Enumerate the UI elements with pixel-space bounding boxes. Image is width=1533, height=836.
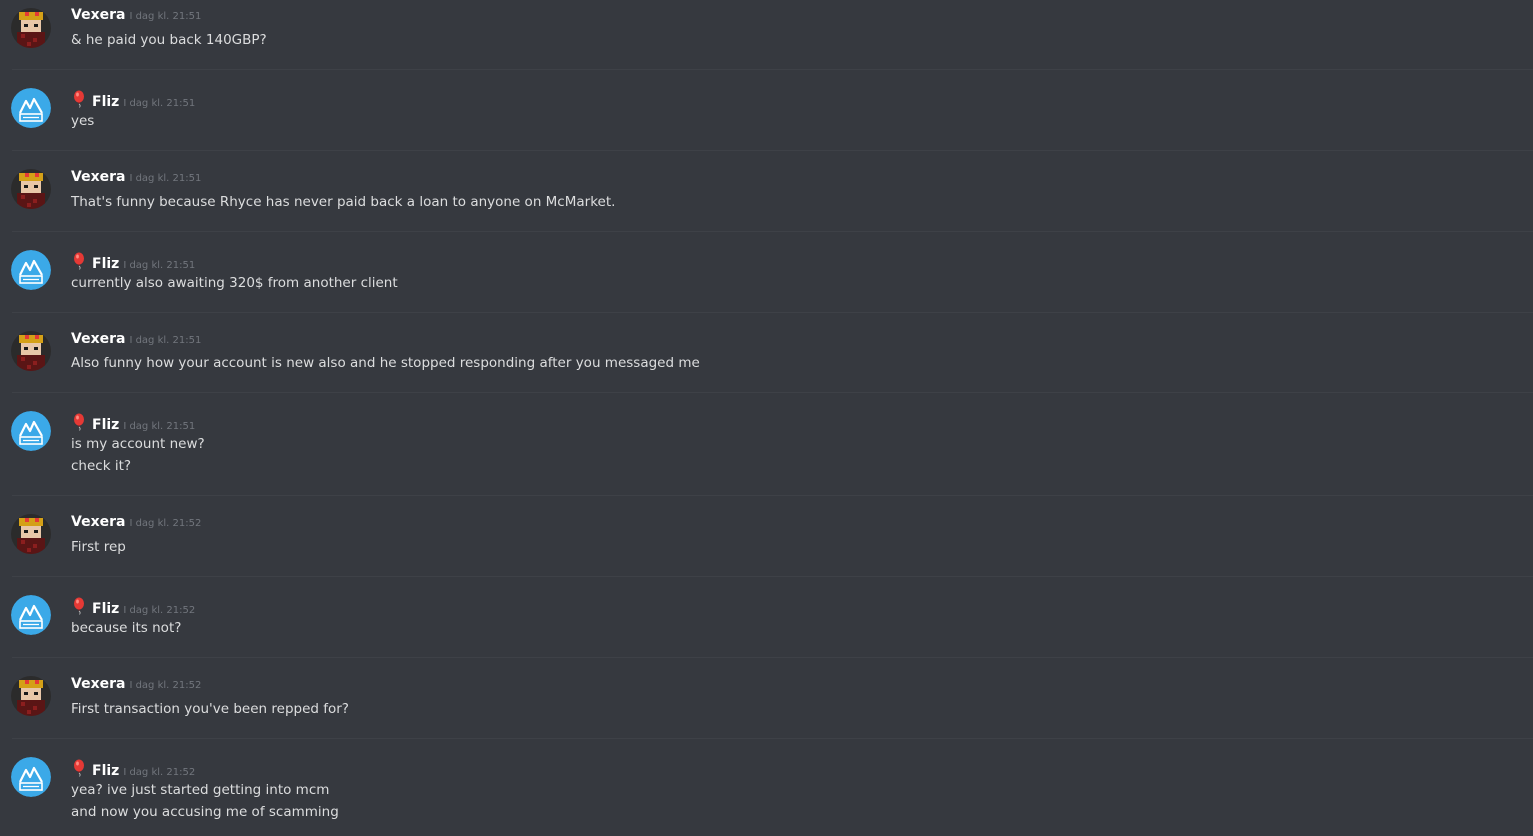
timestamp: I dag kl. 21:51 xyxy=(123,98,196,109)
balloon-icon xyxy=(71,252,89,270)
message-header: Fliz I dag kl. 21:51 xyxy=(71,88,196,110)
avatar-fliz[interactable] xyxy=(11,411,51,451)
message-header: Fliz I dag kl. 21:52 xyxy=(71,757,196,779)
message-text: First rep xyxy=(71,539,126,555)
pixel-character-avatar-icon xyxy=(11,676,51,716)
avatar-vexera[interactable] xyxy=(11,169,51,209)
message-header: Vexera I dag kl. 21:52 xyxy=(71,514,201,534)
avatar-vexera[interactable] xyxy=(11,331,51,371)
timestamp: I dag kl. 21:51 xyxy=(123,260,196,271)
balloon-icon xyxy=(71,597,89,615)
timestamp: I dag kl. 21:52 xyxy=(123,605,196,616)
avatar-fliz[interactable] xyxy=(11,250,51,290)
message-group: Vexera I dag kl. 21:51 Also funny how yo… xyxy=(0,313,1533,393)
mountain-logo-avatar-icon xyxy=(11,757,51,797)
mountain-logo-avatar-icon xyxy=(11,250,51,290)
username[interactable]: Vexera xyxy=(71,676,125,692)
username[interactable]: Fliz xyxy=(92,763,119,779)
mountain-logo-avatar-icon xyxy=(11,595,51,635)
username[interactable]: Vexera xyxy=(71,331,125,347)
timestamp: I dag kl. 21:52 xyxy=(129,680,202,691)
message-group: Vexera I dag kl. 21:52 First rep xyxy=(0,496,1533,577)
message-text: That's funny because Rhyce has never pai… xyxy=(71,194,616,210)
pixel-character-avatar-icon xyxy=(11,514,51,554)
username[interactable]: Vexera xyxy=(71,169,125,185)
balloon-icon xyxy=(71,759,89,777)
timestamp: I dag kl. 21:51 xyxy=(123,421,196,432)
chat-messages: Vexera I dag kl. 21:51 & he paid you bac… xyxy=(0,0,1533,836)
timestamp: I dag kl. 21:51 xyxy=(129,335,202,346)
pixel-character-avatar-icon xyxy=(11,169,51,209)
message-header: Fliz I dag kl. 21:51 xyxy=(71,250,196,272)
timestamp: I dag kl. 21:51 xyxy=(129,173,202,184)
message-group: Fliz I dag kl. 21:51 currently also awai… xyxy=(0,232,1533,313)
timestamp: I dag kl. 21:51 xyxy=(129,11,202,22)
pixel-character-avatar-icon xyxy=(11,8,51,48)
message-group: Fliz I dag kl. 21:52 yea? ive just start… xyxy=(0,739,1533,836)
message-header: Fliz I dag kl. 21:51 xyxy=(71,411,196,433)
message-group: Fliz I dag kl. 21:51 yes xyxy=(0,70,1533,151)
avatar-vexera[interactable] xyxy=(11,514,51,554)
message-text: yes xyxy=(71,113,95,129)
username[interactable]: Vexera xyxy=(71,514,125,530)
message-group: Vexera I dag kl. 21:51 That's funny beca… xyxy=(0,151,1533,232)
balloon-icon xyxy=(71,90,89,108)
pixel-character-avatar-icon xyxy=(11,331,51,371)
balloon-icon xyxy=(71,413,89,431)
avatar-fliz[interactable] xyxy=(11,595,51,635)
message-header: Vexera I dag kl. 21:51 xyxy=(71,7,201,27)
message-group: Vexera I dag kl. 21:51 & he paid you bac… xyxy=(0,0,1533,70)
avatar-fliz[interactable] xyxy=(11,88,51,128)
username[interactable]: Fliz xyxy=(92,94,119,110)
timestamp: I dag kl. 21:52 xyxy=(123,767,196,778)
message-text: First transaction you've been repped for… xyxy=(71,701,349,717)
message-text: Also funny how your account is new also … xyxy=(71,355,700,371)
mountain-logo-avatar-icon xyxy=(11,88,51,128)
message-header: Vexera I dag kl. 21:51 xyxy=(71,331,201,351)
message-group: Vexera I dag kl. 21:52 First transaction… xyxy=(0,658,1533,739)
message-group: Fliz I dag kl. 21:51 is my account new? … xyxy=(0,393,1533,496)
message-text: check it? xyxy=(71,458,132,474)
message-text: and now you accusing me of scamming xyxy=(71,804,339,820)
timestamp: I dag kl. 21:52 xyxy=(129,518,202,529)
username[interactable]: Fliz xyxy=(92,601,119,617)
message-header: Vexera I dag kl. 21:52 xyxy=(71,676,201,696)
avatar-vexera[interactable] xyxy=(11,8,51,48)
username[interactable]: Vexera xyxy=(71,7,125,23)
avatar-fliz[interactable] xyxy=(11,757,51,797)
mountain-logo-avatar-icon xyxy=(11,411,51,451)
message-text: because its not? xyxy=(71,620,182,636)
message-text: currently also awaiting 320$ from anothe… xyxy=(71,275,398,291)
message-header: Fliz I dag kl. 21:52 xyxy=(71,595,196,617)
avatar-vexera[interactable] xyxy=(11,676,51,716)
message-header: Vexera I dag kl. 21:51 xyxy=(71,169,201,189)
message-text: yea? ive just started getting into mcm xyxy=(71,782,330,798)
username[interactable]: Fliz xyxy=(92,417,119,433)
username[interactable]: Fliz xyxy=(92,256,119,272)
message-text: is my account new? xyxy=(71,436,205,452)
message-text: & he paid you back 140GBP? xyxy=(71,32,267,48)
message-group: Fliz I dag kl. 21:52 because its not? xyxy=(0,577,1533,658)
